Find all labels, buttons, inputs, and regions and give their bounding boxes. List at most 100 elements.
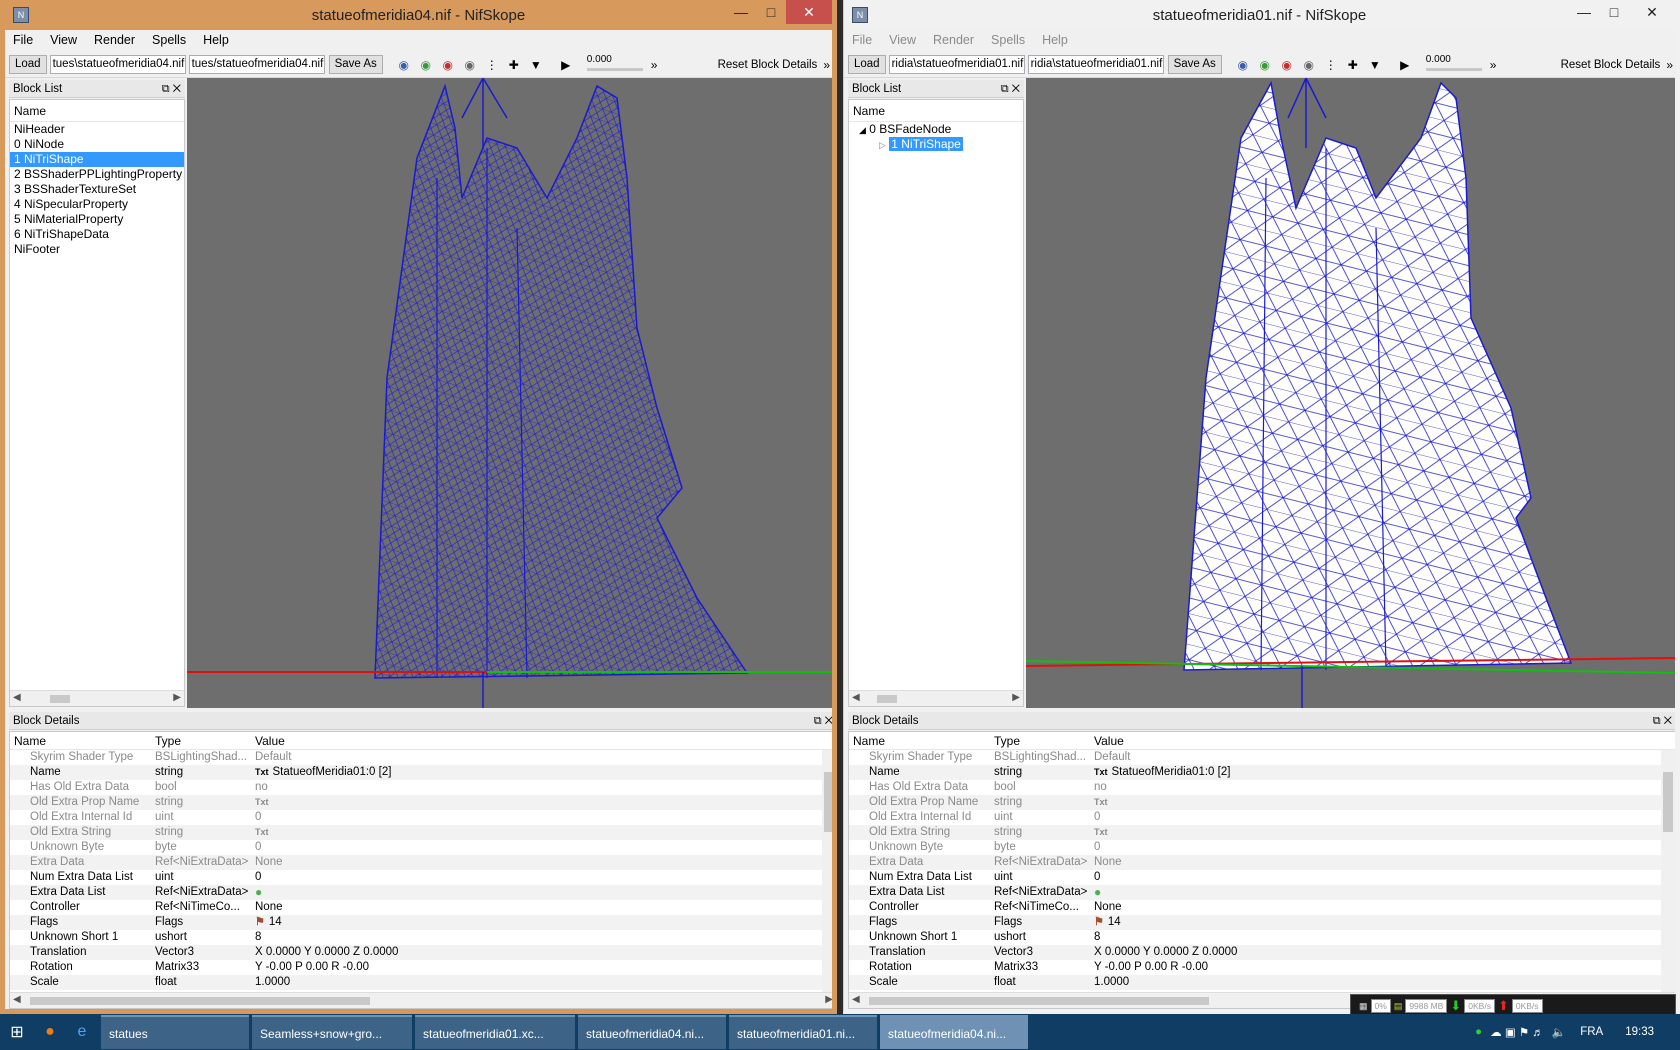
details-row-value[interactable]: 0	[255, 810, 832, 825]
load-button[interactable]: Load	[9, 55, 47, 74]
view-top-icon[interactable]: ◉	[1232, 58, 1254, 72]
details-row[interactable]: Old Extra Internal Id uint 0	[849, 810, 1675, 825]
tray-icon-green[interactable]: ●	[1475, 1026, 1482, 1038]
details-row[interactable]: Rotation Matrix33 Y -0.00 P 0.00 R -0.00	[849, 960, 1675, 975]
details-row[interactable]: Controller Ref<NiTimeCo... None	[10, 900, 832, 915]
more-icon-2[interactable]: »	[823, 58, 830, 72]
col-name[interactable]: Name	[849, 732, 994, 749]
details-row-value[interactable]: 8	[255, 930, 832, 945]
details-row-value[interactable]: 0	[1094, 810, 1675, 825]
details-row[interactable]: Name string Txt StatueofMeridia01:0 [2]	[849, 765, 1675, 780]
details-row[interactable]: Translation Vector3 X 0.0000 Y 0.0000 Z 0.…	[10, 945, 832, 960]
menu-spells[interactable]: Spells	[991, 33, 1025, 47]
details-row-value[interactable]: X 0.0000 Y 0.0000 Z 0.0000	[1094, 945, 1675, 960]
view-top-icon[interactable]: ◉	[393, 58, 415, 72]
details-row[interactable]: Skyrim Shader Type BSLightingShad... Defau…	[849, 750, 1675, 765]
load-path-input[interactable]: ridia\statueofmeridia01.nif	[888, 55, 1025, 74]
taskbar-item[interactable]: statueofmeridia01.ni...	[729, 1015, 877, 1049]
details-row-value[interactable]: Txt StatueofMeridia01:0 [2]	[255, 765, 832, 780]
block-list-item[interactable]: 1 NiTriShape	[10, 152, 184, 167]
details-row-value[interactable]: Y -0.00 P 0.00 R -0.00	[1094, 960, 1675, 975]
details-row-value[interactable]: Txt	[255, 795, 832, 810]
menu-render[interactable]: Render	[94, 33, 135, 47]
app-icon[interactable]: N	[13, 7, 29, 23]
title-bar[interactable]: N statueofmeridia04.nif - NifSkope — □ ✕	[5, 0, 832, 30]
save-path-input[interactable]: ridia\statueofmeridia01.nif	[1027, 55, 1164, 74]
internet-explorer-icon[interactable]: e	[66, 1014, 98, 1050]
more-icon[interactable]: »	[1490, 58, 1497, 72]
taskbar-item[interactable]: statues	[101, 1015, 249, 1049]
load-path-input[interactable]: tues\statueofmeridia04.nif	[49, 55, 186, 74]
block-list-item[interactable]: NiHeader	[10, 122, 184, 137]
taskbar-item[interactable]: statueofmeridia04.ni...	[880, 1015, 1028, 1049]
details-hscroll[interactable]: ◀▶	[10, 992, 832, 1008]
details-row[interactable]: Has Old Extra Data bool no	[849, 780, 1675, 795]
save-as-button[interactable]: Save As	[328, 55, 383, 74]
view-front-icon[interactable]: ◉	[415, 58, 437, 72]
details-row[interactable]: Unknown Byte byte 0	[849, 840, 1675, 855]
details-row[interactable]: Scale float 1.0000	[10, 975, 832, 990]
details-row-value[interactable]: 1.0000	[1094, 975, 1675, 990]
block-list-hscroll[interactable]: ◀ ▶	[10, 690, 184, 706]
save-path-input[interactable]: tues/statueofmeridia04.nif	[188, 55, 325, 74]
details-row-value[interactable]: ●	[1094, 885, 1675, 900]
col-value[interactable]: Value	[255, 732, 832, 749]
details-row[interactable]: Extra Data List Ref<NiExtraData> ●	[849, 885, 1675, 900]
view-user-icon[interactable]: ◉	[459, 58, 481, 72]
start-button[interactable]: ⊞	[0, 1014, 34, 1050]
minimize-button[interactable]: —	[726, 0, 756, 24]
menu-file[interactable]: File	[852, 33, 872, 47]
play-icon[interactable]: ▶	[1394, 58, 1416, 72]
minimize-button[interactable]: —	[1569, 0, 1599, 24]
details-row-value[interactable]: ●	[255, 885, 832, 900]
volume-icon[interactable]: 🔈	[1552, 1025, 1566, 1039]
more-icon-2[interactable]: »	[1666, 58, 1673, 72]
language-indicator[interactable]: FRA	[1580, 1026, 1603, 1038]
block-list-item[interactable]: 2 BSShaderPPLightingProperty	[10, 167, 184, 182]
details-row[interactable]: Scale float 1.0000	[849, 975, 1675, 990]
details-row[interactable]: Unknown Short 1 ushort 8	[849, 930, 1675, 945]
details-row-value[interactable]: None	[1094, 855, 1675, 870]
details-row-value[interactable]: 0	[255, 840, 832, 855]
details-row-value[interactable]: None	[255, 855, 832, 870]
block-list-item[interactable]: 4 NiSpecularProperty	[10, 197, 184, 212]
details-row[interactable]: Skyrim Shader Type BSLightingShad... Defau…	[10, 750, 832, 765]
details-row[interactable]: Flags Flags ⚑ 14	[849, 915, 1675, 930]
details-row-value[interactable]: 0	[1094, 840, 1675, 855]
block-list-item[interactable]: 0 NiNode	[10, 137, 184, 152]
dropdown-icon[interactable]: ▼	[525, 58, 547, 72]
time-slider[interactable]: 0.000	[1425, 54, 1486, 76]
close-button[interactable]: ✕	[1629, 0, 1675, 24]
menu-render[interactable]: Render	[933, 33, 974, 47]
axis-icon[interactable]: ✚	[1342, 58, 1364, 72]
panel-float-close-icons[interactable]: ⧉ ✕	[162, 80, 181, 98]
details-row-value[interactable]: ⚑ 14	[1094, 915, 1675, 930]
details-row-value[interactable]: X 0.0000 Y 0.0000 Z 0.0000	[255, 945, 832, 960]
tray-icons[interactable]: ☁ ▣ ⚑ ♬	[1490, 1025, 1544, 1039]
view-side-icon[interactable]: ◉	[1276, 58, 1298, 72]
col-type[interactable]: Type	[155, 732, 255, 749]
details-row-value[interactable]: Txt	[1094, 795, 1675, 810]
details-row-value[interactable]: None	[255, 900, 832, 915]
details-row-value[interactable]: Txt StatueofMeridia01:0 [2]	[1094, 765, 1675, 780]
details-row[interactable]: Old Extra Internal Id uint 0	[10, 810, 832, 825]
details-row[interactable]: Unknown Short 1 ushort 8	[10, 930, 832, 945]
details-row[interactable]: Has Old Extra Data bool no	[10, 780, 832, 795]
render-viewport[interactable]	[1026, 78, 1675, 708]
tree-item[interactable]: ▷ 1 NiTriShape	[849, 137, 1023, 152]
app-icon[interactable]: N	[852, 7, 868, 23]
render-viewport[interactable]	[187, 78, 832, 708]
tree-item[interactable]: ◢ 0 BSFadeNode	[849, 122, 1023, 137]
details-row-value[interactable]: Default	[1094, 750, 1675, 765]
dropdown-icon[interactable]: ▼	[1364, 58, 1386, 72]
details-row[interactable]: Extra Data Ref<NiExtraData> None	[849, 855, 1675, 870]
block-list-hscroll[interactable]: ◀ ▶	[849, 690, 1023, 706]
details-vscroll[interactable]	[822, 750, 832, 992]
details-row[interactable]: Translation Vector3 X 0.0000 Y 0.0000 Z 0.…	[849, 945, 1675, 960]
details-row-value[interactable]: no	[255, 780, 832, 795]
details-row[interactable]: Extra Data Ref<NiExtraData> None	[10, 855, 832, 870]
taskbar-item[interactable]: statueofmeridia01.xc...	[415, 1015, 575, 1049]
block-list-column-header[interactable]: Name	[10, 100, 184, 122]
panel-float-close-icons[interactable]: ⧉ ✕	[1001, 80, 1020, 98]
details-row-value[interactable]: ⚑ 14	[255, 915, 832, 930]
